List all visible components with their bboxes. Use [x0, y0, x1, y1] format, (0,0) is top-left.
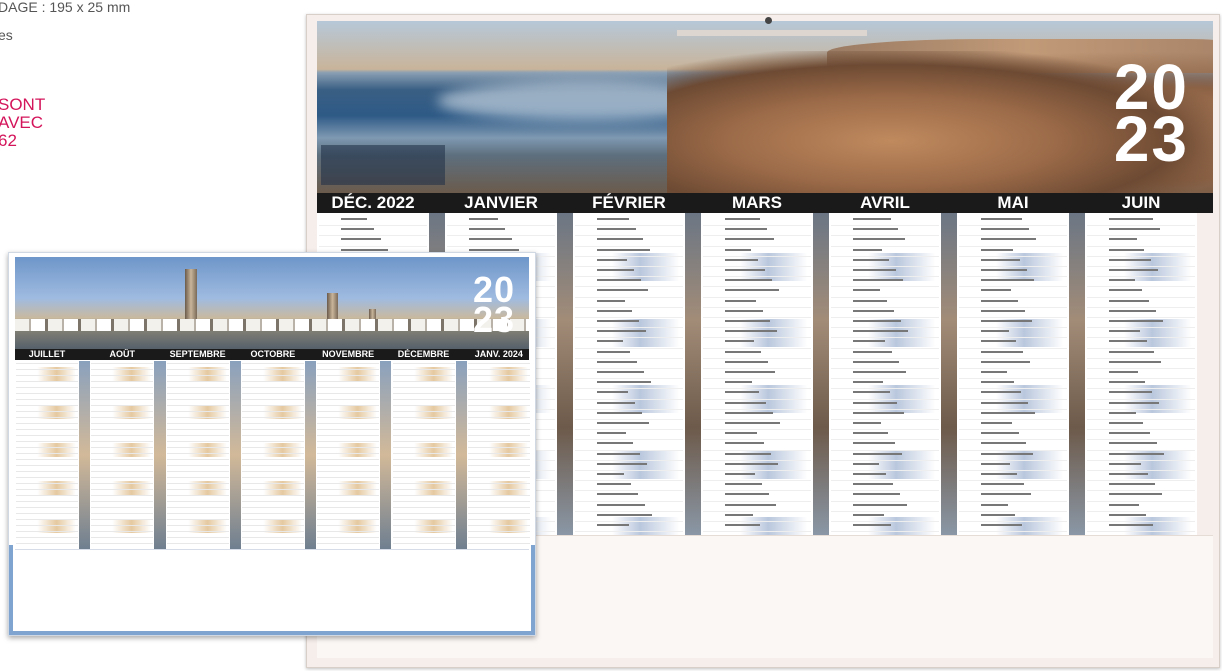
day-row — [575, 521, 683, 533]
photo-caption-box — [321, 145, 445, 185]
caption-red-line-1: SONT — [0, 95, 46, 114]
day-row — [959, 521, 1067, 533]
month-column — [466, 361, 531, 549]
photo-strip — [304, 361, 317, 549]
blue-frame — [9, 545, 535, 635]
month-column — [15, 361, 79, 549]
photo-strip — [813, 213, 829, 535]
photo-strip — [455, 361, 467, 549]
caption-red-line-3: 62 — [0, 131, 17, 150]
day-row — [703, 521, 811, 533]
caption-red-line-2: AVEC — [0, 113, 44, 132]
day-row — [1087, 521, 1195, 533]
month-header: MAI — [997, 193, 1029, 212]
month-header: DÉC. 2022 — [331, 193, 415, 212]
day-row — [831, 521, 939, 533]
month-column — [90, 361, 155, 549]
month-column — [1085, 213, 1197, 545]
month-column — [573, 213, 685, 545]
month-header: JUILLET — [28, 349, 66, 359]
photo-strip — [79, 361, 91, 549]
month-header: DÉCEMBRE — [397, 349, 450, 359]
photo-strip — [154, 361, 166, 549]
month-column — [957, 213, 1069, 545]
lighthouse-photo: 20 23 — [15, 257, 529, 349]
month-header: AVRIL — [860, 193, 910, 212]
month-header: JANV. 2024 — [474, 349, 523, 359]
lighthouse-icon — [185, 269, 197, 325]
year-bottom: 23 — [472, 299, 515, 340]
month-header: FÉVRIER — [592, 193, 666, 212]
caption-line-1: DAGE : 195 x 25 mm — [0, 0, 131, 15]
photo-strip — [941, 213, 957, 535]
photo-strip — [685, 213, 701, 535]
month-header: MARS — [731, 193, 783, 212]
calendar-small: 20 23 JUILLET AOÛT SEPTEMBRE OCTOBRE NOVEMBR… — [8, 252, 536, 636]
caption-line-2: es — [0, 27, 13, 43]
month-column — [240, 361, 305, 549]
photo-strip — [229, 361, 241, 549]
month-column — [165, 361, 230, 549]
month-column — [391, 361, 456, 549]
year-label: 20 23 — [472, 272, 515, 340]
hanging-hole — [765, 17, 772, 24]
month-header: JANVIER — [464, 193, 538, 212]
photo-strip — [557, 213, 573, 535]
month-header: OCTOBRE — [250, 349, 296, 359]
month-header: JUIN — [1121, 193, 1161, 212]
photo-strip — [380, 361, 392, 549]
month-header: SEPTEMBRE — [169, 349, 226, 359]
month-column — [701, 213, 813, 545]
month-column — [829, 213, 941, 545]
coast-photo: 20 23 — [317, 21, 1213, 193]
month-header: AOÛT — [109, 349, 136, 359]
month-column — [316, 361, 381, 549]
hanger-strip — [677, 30, 867, 36]
year-label: 20 23 — [1113, 55, 1189, 175]
photo-strip — [1069, 213, 1085, 535]
month-header: NOVEMBRE — [322, 349, 375, 359]
year-bottom: 23 — [1113, 103, 1189, 175]
